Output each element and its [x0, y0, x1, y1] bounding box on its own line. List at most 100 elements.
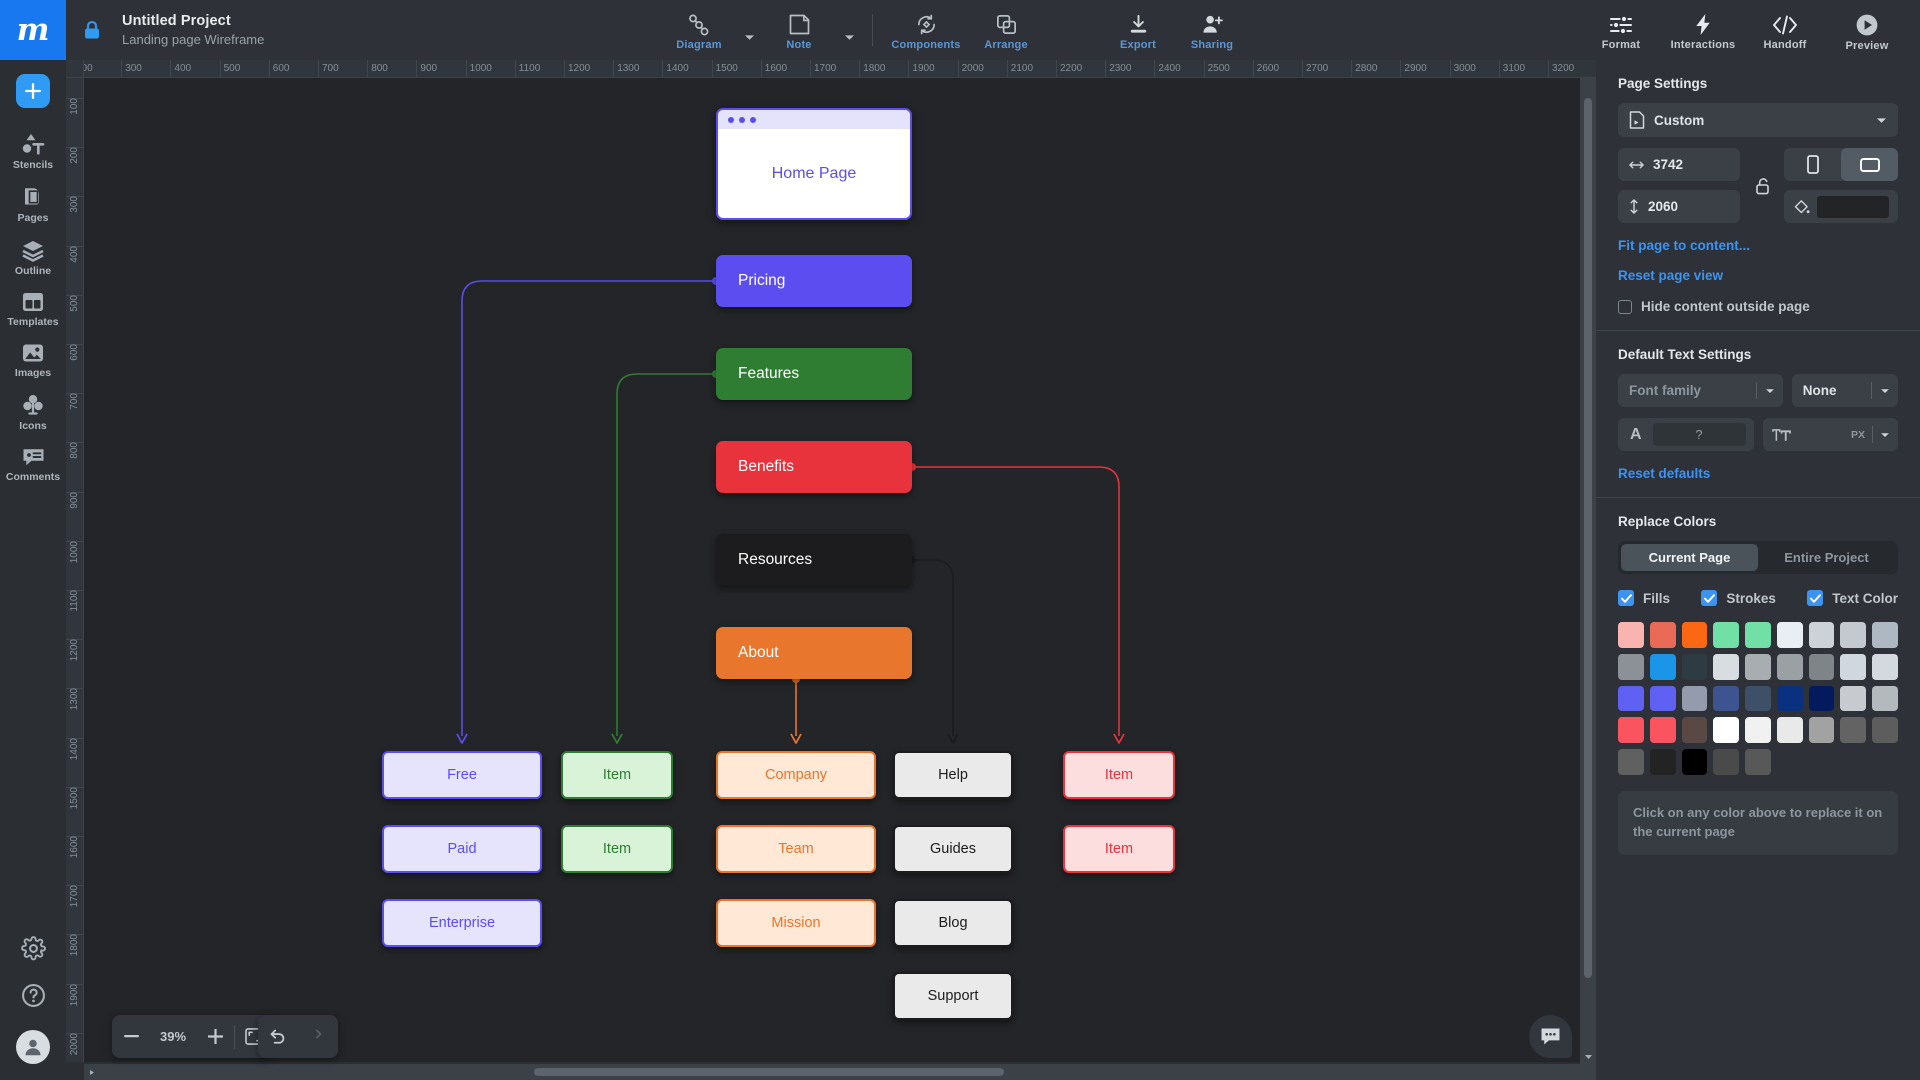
app-logo[interactable]: m: [0, 0, 66, 60]
leaf-node-company-5[interactable]: Company: [716, 751, 876, 799]
color-swatch[interactable]: [1808, 653, 1835, 680]
chat-button[interactable]: [1529, 1015, 1572, 1058]
color-swatch[interactable]: [1618, 717, 1644, 744]
tab-entire-project[interactable]: Entire Project: [1758, 544, 1895, 571]
tab-current-page[interactable]: Current Page: [1621, 544, 1758, 571]
redo-button[interactable]: [296, 1015, 334, 1058]
leaf-node-blog-10[interactable]: Blog: [893, 899, 1013, 947]
color-swatch[interactable]: [1872, 717, 1899, 744]
color-swatch[interactable]: [1618, 622, 1644, 648]
checkbox-text-color[interactable]: Text Color: [1807, 590, 1898, 606]
horizontal-ruler[interactable]: 200 300 400 500 600 700 800 900 1000 1100 1200 1300…: [66, 60, 1596, 78]
vertical-ruler[interactable]: 100 200 300 400 500 600 700 800 900 1000 1100 1200 1…: [66, 78, 84, 1062]
tool-sharing[interactable]: Sharing: [1175, 0, 1249, 60]
page-fill-control[interactable]: [1784, 190, 1898, 223]
color-swatch[interactable]: [1713, 717, 1740, 744]
leaf-node-team-6[interactable]: Team: [716, 825, 876, 873]
leaf-node-help-8[interactable]: Help: [893, 751, 1013, 799]
reset-defaults-link[interactable]: Reset defaults: [1618, 466, 1898, 481]
leaf-node-guides-9[interactable]: Guides: [893, 825, 1013, 873]
color-swatch[interactable]: [1872, 685, 1899, 712]
color-swatch[interactable]: [1872, 622, 1899, 648]
fit-page-link[interactable]: Fit page to content...: [1618, 238, 1898, 253]
page-preset-select[interactable]: Custom: [1618, 103, 1898, 137]
reset-page-view-link[interactable]: Reset page view: [1618, 268, 1898, 283]
color-swatch[interactable]: [1713, 622, 1740, 648]
tool-interactions[interactable]: Interactions: [1662, 0, 1744, 60]
tool-export[interactable]: Export: [1101, 0, 1175, 60]
node-about[interactable]: About: [716, 627, 912, 679]
zoom-level[interactable]: 39%: [150, 1029, 196, 1044]
color-swatch[interactable]: [1681, 749, 1708, 775]
color-swatch[interactable]: [1681, 685, 1708, 712]
color-swatch[interactable]: [1745, 622, 1771, 648]
page-width-input[interactable]: 3742: [1618, 148, 1740, 181]
color-swatch[interactable]: [1745, 653, 1771, 680]
tool-preview[interactable]: Preview: [1826, 0, 1908, 60]
leaf-node-item-12[interactable]: Item: [1063, 751, 1175, 799]
page-height-input[interactable]: 2060: [1618, 190, 1740, 223]
color-swatch[interactable]: [1618, 749, 1644, 775]
checkbox-strokes[interactable]: Strokes: [1701, 590, 1776, 606]
color-swatch[interactable]: [1776, 717, 1803, 744]
sidebar-item-stencils[interactable]: Stencils: [0, 132, 66, 171]
diagram-canvas[interactable]: Home Page Pricing Features Benefits Resource…: [84, 78, 1596, 1062]
sidebar-item-templates[interactable]: Templates: [0, 291, 66, 328]
sidebar-item-settings[interactable]: [0, 936, 66, 961]
color-swatch[interactable]: [1776, 622, 1803, 648]
color-swatch[interactable]: [1776, 685, 1803, 712]
leaf-node-support-11[interactable]: Support: [893, 972, 1013, 1020]
sidebar-item-pages[interactable]: Pages: [0, 185, 66, 224]
node-resources[interactable]: Resources: [716, 534, 912, 586]
leaf-node-mission-7[interactable]: Mission: [716, 899, 876, 947]
zoom-out-button[interactable]: [112, 1015, 150, 1058]
text-color-value[interactable]: ?: [1652, 423, 1746, 446]
node-pricing[interactable]: Pricing: [716, 255, 912, 307]
color-swatch[interactable]: [1808, 717, 1835, 744]
color-swatch[interactable]: [1713, 685, 1740, 712]
color-swatch[interactable]: [1681, 622, 1708, 648]
scroll-right-arrow[interactable]: [84, 1064, 100, 1080]
vertical-scrollbar[interactable]: [1580, 78, 1596, 1064]
color-swatch[interactable]: [1745, 685, 1771, 712]
sidebar-item-icons[interactable]: Icons: [0, 393, 66, 432]
note-dropdown-caret[interactable]: [836, 0, 862, 60]
diagram-dropdown-caret[interactable]: [736, 0, 762, 60]
node-benefits[interactable]: Benefits: [716, 441, 912, 493]
color-swatch[interactable]: [1649, 622, 1676, 648]
leaf-node-enterprise-2[interactable]: Enterprise: [382, 899, 542, 947]
color-swatch[interactable]: [1681, 653, 1708, 680]
hide-content-checkbox[interactable]: Hide content outside page: [1618, 299, 1898, 314]
project-title-block[interactable]: Untitled Project Landing page Wireframe: [118, 0, 264, 60]
orientation-portrait[interactable]: [1784, 148, 1841, 181]
tool-format[interactable]: Format: [1580, 0, 1662, 60]
color-swatch[interactable]: [1745, 749, 1771, 775]
sidebar-item-images[interactable]: Images: [0, 342, 66, 379]
aspect-lock-toggle[interactable]: [1749, 148, 1775, 223]
vertical-scroll-thumb[interactable]: [1584, 98, 1592, 978]
sidebar-item-comments[interactable]: Comments: [0, 446, 66, 483]
add-button[interactable]: [16, 74, 50, 108]
color-swatch[interactable]: [1745, 717, 1771, 744]
horizontal-scrollbar[interactable]: [84, 1064, 1596, 1080]
color-swatch[interactable]: [1649, 749, 1676, 775]
font-family-select[interactable]: Font family: [1618, 374, 1783, 407]
color-swatch[interactable]: [1713, 749, 1740, 775]
color-swatch[interactable]: [1840, 717, 1867, 744]
undo-button[interactable]: [258, 1015, 296, 1058]
font-size-control[interactable]: PX: [1762, 418, 1898, 451]
orientation-landscape[interactable]: [1841, 148, 1898, 181]
horizontal-scroll-thumb[interactable]: [534, 1068, 1004, 1076]
leaf-node-item-4[interactable]: Item: [561, 825, 673, 873]
zoom-in-button[interactable]: [196, 1015, 234, 1058]
color-swatch[interactable]: [1808, 622, 1835, 648]
orientation-toggle[interactable]: [1784, 148, 1898, 181]
tool-diagram[interactable]: Diagram: [662, 0, 736, 60]
color-swatch[interactable]: [1649, 685, 1676, 712]
tool-arrange[interactable]: Arrange: [969, 0, 1043, 60]
leaf-node-paid-1[interactable]: Paid: [382, 825, 542, 873]
color-swatch[interactable]: [1872, 653, 1899, 680]
leaf-node-item-13[interactable]: Item: [1063, 825, 1175, 873]
color-swatch[interactable]: [1776, 653, 1803, 680]
text-color-control[interactable]: A ?: [1618, 418, 1754, 451]
